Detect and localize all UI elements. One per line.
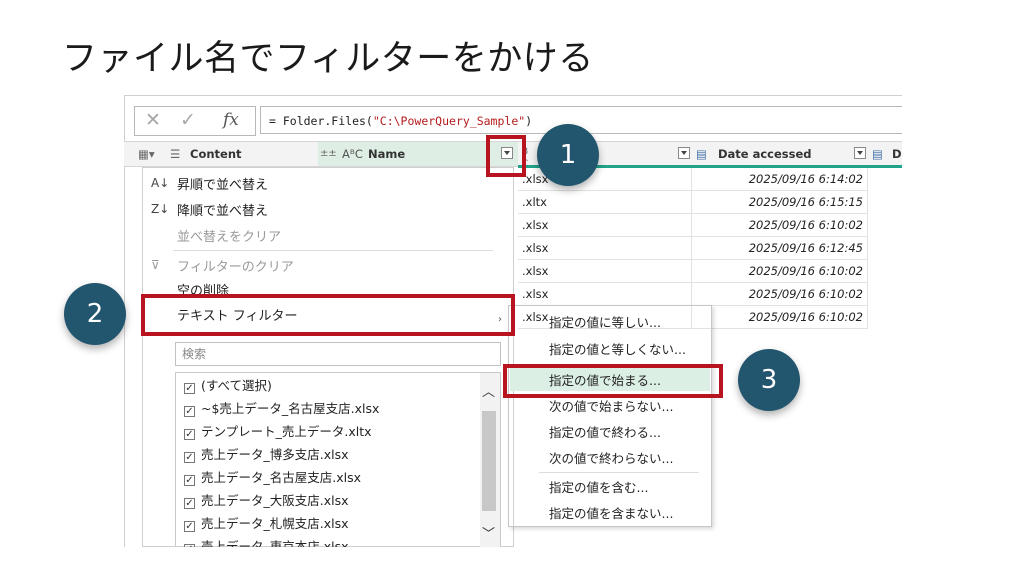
table-cell-extension[interactable]: .xltx bbox=[518, 191, 692, 214]
formula-prefix: = Folder.Files( bbox=[269, 114, 373, 128]
chevron-down-icon[interactable]: ﹀ bbox=[482, 523, 495, 542]
submenu-item-not-ends-with[interactable]: 次の値で終わらない... bbox=[549, 448, 673, 467]
checkbox-icon[interactable]: ✓ bbox=[184, 452, 195, 463]
submenu-item-not-equals[interactable]: 指定の値と等しくない... bbox=[549, 339, 686, 358]
table-cell-extension[interactable]: .xlsx bbox=[518, 237, 692, 260]
checkbox-icon[interactable]: ✓ bbox=[184, 498, 195, 509]
table-cell-date[interactable]: 2025/09/16 6:10:02 bbox=[692, 260, 868, 283]
sort-descending-icon: Z↓ bbox=[151, 202, 170, 216]
list-item[interactable]: ✓ 売上データ_名古屋支店.xlsx bbox=[184, 467, 361, 486]
table-cell-date[interactable]: 2025/09/16 6:10:02 bbox=[692, 283, 868, 306]
binary-type-icon: ☰ bbox=[170, 147, 181, 161]
highlight-box-text-filter bbox=[141, 294, 515, 336]
date-accessed-filter-dropdown-icon[interactable] bbox=[854, 147, 866, 159]
checkmark-icon[interactable]: ✓ bbox=[180, 109, 196, 131]
filter-dropdown-menu: A↓ 昇順で並べ替え Z↓ 降順で並べ替え 並べ替えをクリア ⊽ フィルターのク… bbox=[142, 167, 514, 547]
sort-ascending-icon: A↓ bbox=[151, 176, 170, 190]
column-header-name[interactable]: Name bbox=[368, 142, 405, 166]
clear-filter-icon: ⊽ bbox=[151, 258, 160, 272]
formula-argument: "C:\PowerQuery_Sample" bbox=[372, 114, 526, 128]
table-cell-extension[interactable]: .xlsx bbox=[518, 283, 692, 306]
table-cell-date[interactable]: 2025/09/16 6:10:02 bbox=[692, 306, 868, 329]
fx-icon[interactable]: fx bbox=[223, 110, 239, 130]
scrollbar-thumb[interactable] bbox=[482, 411, 496, 511]
table-cell-date[interactable]: 2025/09/16 6:14:02 bbox=[692, 168, 868, 191]
list-item-label: テンプレート_売上データ.xltx bbox=[201, 424, 372, 439]
submenu-item-equals[interactable]: 指定の値に等しい... bbox=[549, 312, 661, 331]
column-header-cutoff: D bbox=[892, 147, 902, 161]
step-badge-2: 2 bbox=[64, 283, 126, 345]
extension-filter-dropdown-icon[interactable] bbox=[678, 147, 690, 159]
column-header-content[interactable]: Content bbox=[190, 142, 242, 166]
step-badge-1: 1 bbox=[537, 124, 599, 186]
datetime-type-icon-2: ▤ bbox=[872, 147, 883, 161]
checkbox-icon[interactable]: ✓ bbox=[184, 429, 195, 440]
table-cell-date[interactable]: 2025/09/16 6:12:45 bbox=[692, 237, 868, 260]
list-item[interactable]: ✓ ~$売上データ_名古屋支店.xlsx bbox=[184, 398, 379, 417]
table-cell-date[interactable]: 2025/09/16 6:10:02 bbox=[692, 214, 868, 237]
table-cell-extension[interactable]: .xlsx bbox=[518, 260, 692, 283]
menu-item-clear-sort[interactable]: 並べ替えをクリア bbox=[177, 226, 281, 245]
nav-icon: ±± bbox=[320, 148, 337, 159]
slide-title: ファイル名でフィルターをかける bbox=[62, 39, 594, 79]
submenu-item-contains[interactable]: 指定の値を含む... bbox=[549, 477, 648, 496]
filter-value-list: ✓ (すべて選択) ✓ ~$売上データ_名古屋支店.xlsx ✓ テンプレート_売上デ… bbox=[175, 372, 501, 547]
submenu-item-not-contains[interactable]: 指定の値を含まない... bbox=[549, 503, 673, 522]
formula-suffix: ) bbox=[525, 114, 533, 128]
list-item[interactable]: ✓ 売上データ_札幌支店.xlsx bbox=[184, 513, 349, 532]
cancel-icon[interactable]: ✕ bbox=[145, 109, 161, 131]
checkbox-icon[interactable]: ✓ bbox=[184, 475, 195, 486]
list-item-label: (すべて選択) bbox=[201, 378, 272, 393]
column-header-date-accessed[interactable]: Date accessed bbox=[718, 142, 812, 166]
menu-separator bbox=[173, 250, 493, 251]
highlight-box-dropdown bbox=[486, 135, 526, 177]
list-item[interactable]: ✓ 売上データ_博多支店.xlsx bbox=[184, 444, 349, 463]
text-type-icon: AᴮC bbox=[342, 147, 363, 161]
menu-item-clear-filter[interactable]: フィルターのクリア bbox=[177, 256, 294, 275]
menu-item-sort-descending[interactable]: 降順で並べ替え bbox=[177, 200, 268, 219]
table-menu-icon[interactable]: ▦▾ bbox=[138, 142, 155, 166]
filter-search-input[interactable]: 検索 bbox=[175, 342, 501, 366]
list-item-label: 売上データ_博多支店.xlsx bbox=[201, 447, 349, 462]
list-item-label: 売上データ_大阪支店.xlsx bbox=[201, 493, 349, 508]
text-filter-submenu: 指定の値に等しい... 指定の値と等しくない... 指定の値で始まる... 次の… bbox=[508, 305, 712, 527]
submenu-item-ends-with[interactable]: 指定の値で終わる... bbox=[549, 422, 661, 441]
checkbox-icon[interactable]: ✓ bbox=[184, 544, 195, 547]
list-item[interactable]: ✓ 売上データ_東京本店.xlsx bbox=[184, 536, 349, 547]
list-item[interactable]: ✓ テンプレート_売上データ.xltx bbox=[184, 421, 372, 440]
table-cell-date[interactable]: 2025/09/16 6:15:15 bbox=[692, 191, 868, 214]
highlight-box-begins-with bbox=[503, 364, 723, 398]
step-badge-3: 3 bbox=[738, 349, 800, 411]
list-item-label: 売上データ_名古屋支店.xlsx bbox=[201, 470, 362, 485]
checkbox-icon[interactable]: ✓ bbox=[184, 406, 195, 417]
menu-item-sort-ascending[interactable]: 昇順で並べ替え bbox=[177, 174, 268, 193]
formula-controls: ✕ ✓ fx bbox=[134, 106, 256, 136]
submenu-separator bbox=[539, 472, 699, 473]
list-item-label: 売上データ_札幌支店.xlsx bbox=[201, 516, 349, 531]
checkbox-icon[interactable]: ✓ bbox=[184, 383, 195, 394]
list-item[interactable]: ✓ (すべて選択) bbox=[184, 375, 272, 394]
list-item-label: ~$売上データ_名古屋支店.xlsx bbox=[201, 401, 380, 416]
checkbox-icon[interactable]: ✓ bbox=[184, 521, 195, 532]
chevron-up-icon[interactable]: ︿ bbox=[482, 381, 495, 400]
list-item-label: 売上データ_東京本店.xlsx bbox=[201, 539, 349, 547]
datetime-type-icon: ▤ bbox=[696, 147, 707, 161]
submenu-item-not-begins-with[interactable]: 次の値で始まらない... bbox=[549, 396, 673, 415]
list-item[interactable]: ✓ 売上データ_大阪支店.xlsx bbox=[184, 490, 349, 509]
table-cell-extension[interactable]: .xlsx bbox=[518, 214, 692, 237]
screenshot-top-border bbox=[124, 95, 902, 96]
